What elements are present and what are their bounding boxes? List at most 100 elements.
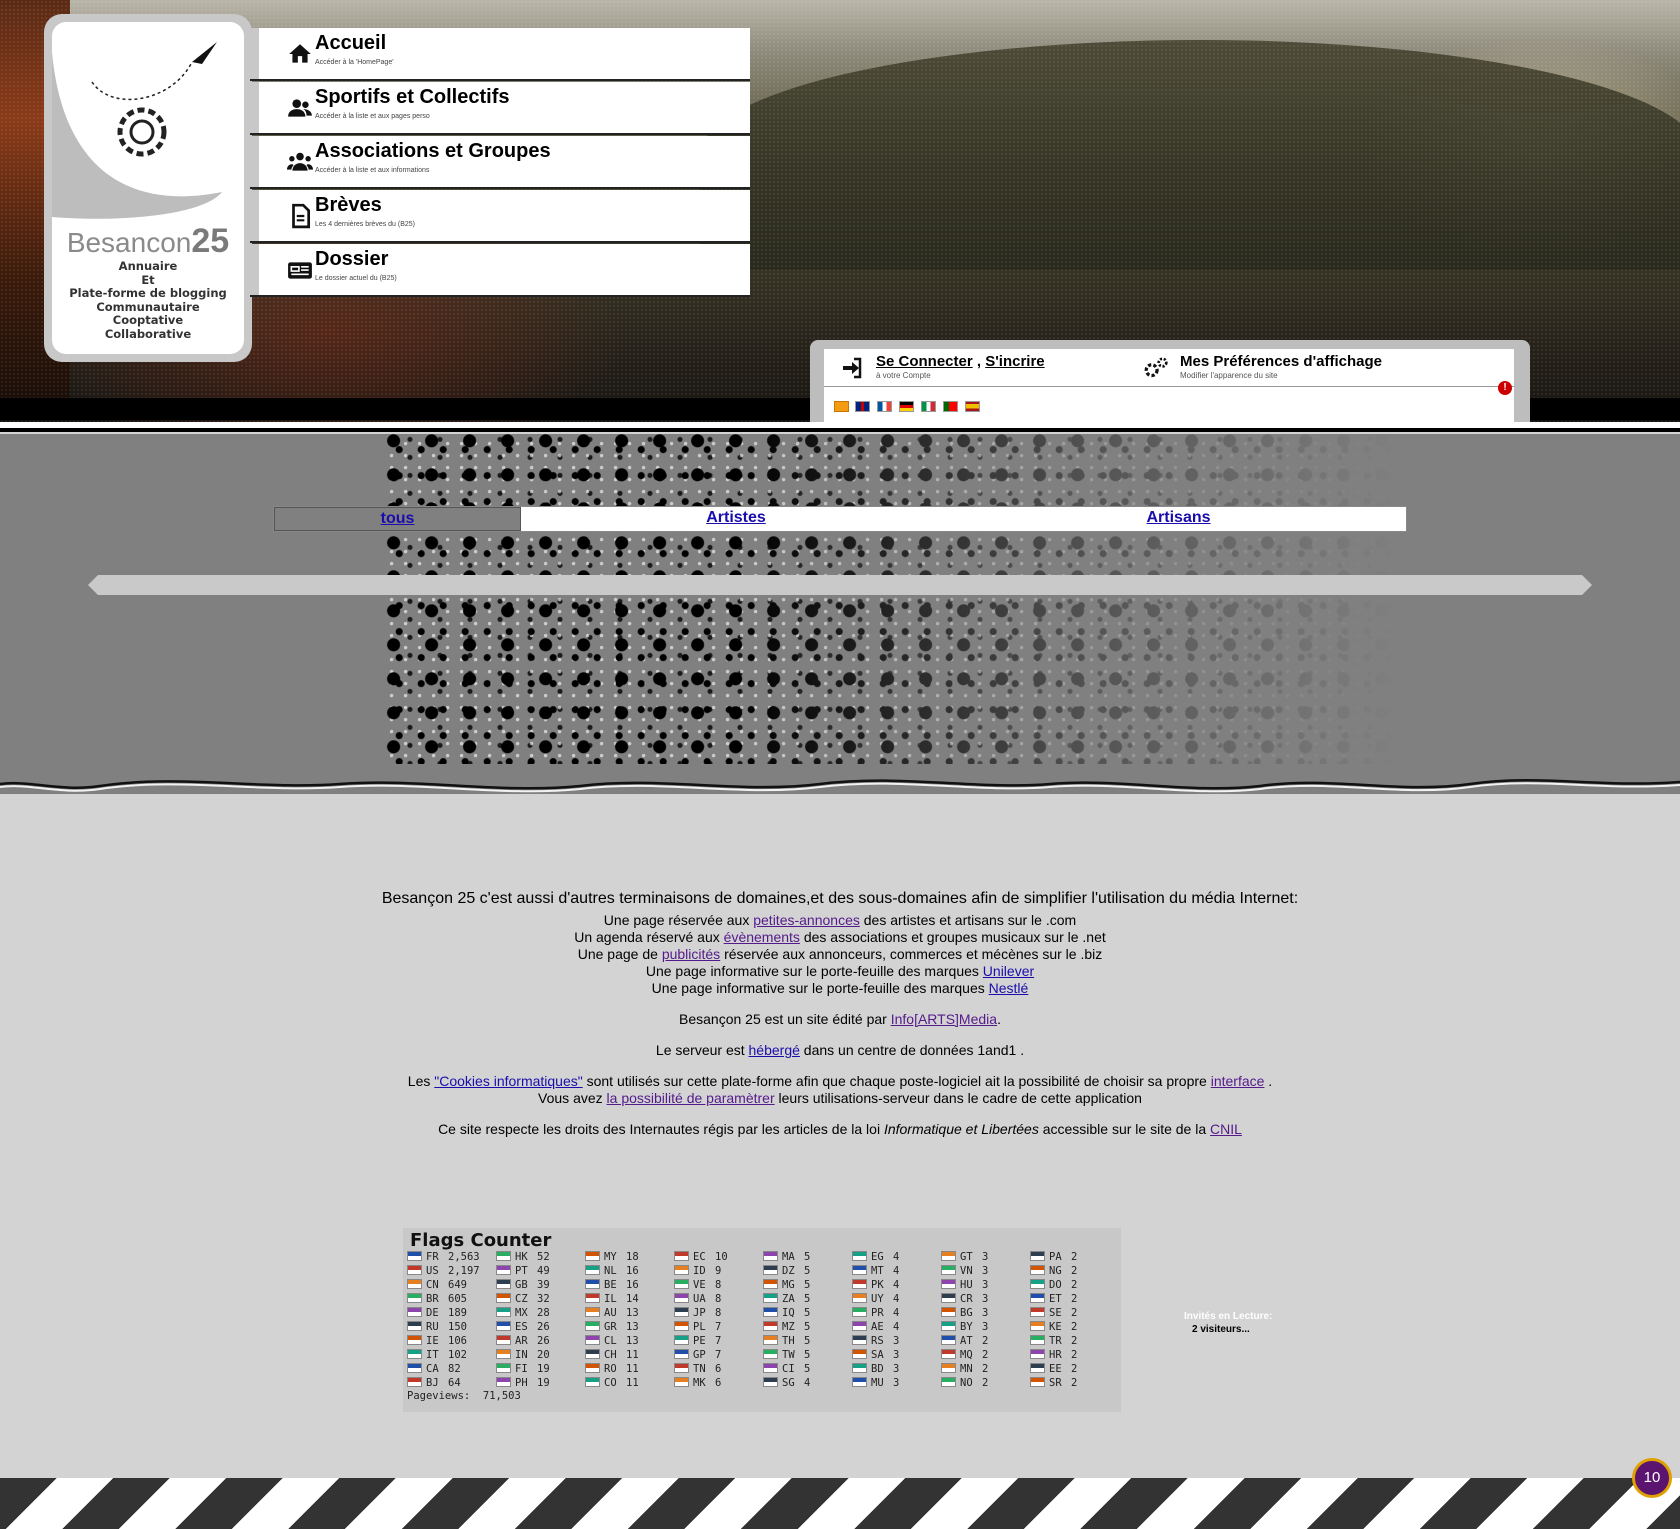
flags-counter-widget[interactable]: Flags Counter FR 2,563 US 2,197 CN 649 BR 605 DE… <box>403 1228 1121 1412</box>
infoartsmedia-link[interactable]: Info[ARTS]Media <box>891 1011 997 1027</box>
country-flag-icon <box>407 1307 422 1317</box>
country-code: TN <box>693 1363 706 1375</box>
gallery-slider-track[interactable] <box>88 575 1592 595</box>
country-count: 2 <box>982 1349 989 1361</box>
country-code: CA <box>426 1363 439 1375</box>
tab-artisans[interactable]: Artisans <box>951 507 1406 531</box>
heberge-link[interactable]: hébergé <box>749 1042 800 1058</box>
footer-info: Besançon 25 c'est aussi d'autres termina… <box>0 890 1680 1138</box>
parametrer-link[interactable]: la possibilité de paramètrer <box>607 1090 775 1106</box>
nav-item-breves[interactable]: Brèves Les 4 dernières brèves du (B25) <box>250 190 750 241</box>
flag-counter-entry: EE 2 <box>1030 1363 1120 1377</box>
country-count: 13 <box>626 1321 639 1333</box>
flag-counter-entry: SG 4 <box>763 1377 853 1391</box>
country-count: 3 <box>893 1349 900 1361</box>
country-count: 102 <box>448 1349 467 1361</box>
nav-item-associations[interactable]: Associations et Groupes Accéder à la lis… <box>250 136 750 187</box>
country-code: BG <box>960 1307 973 1319</box>
flag-counter-entry: FI 19 <box>496 1363 586 1377</box>
notification-badge[interactable]: 10 <box>1632 1458 1672 1498</box>
login-link[interactable]: Se Connecter <box>876 353 973 370</box>
pageviews-count: Pageviews: 71,503 <box>407 1390 521 1402</box>
flag-fr-icon[interactable] <box>877 401 892 412</box>
nav-item-dossier[interactable]: Dossier Le dossier actuel du (B25) <box>250 244 750 295</box>
country-count: 2 <box>1071 1335 1078 1347</box>
country-count: 8 <box>715 1307 722 1319</box>
alert-icon[interactable]: ! <box>1498 381 1512 395</box>
petites-annonces-link[interactable]: petites-annonces <box>753 912 860 928</box>
preferences-link[interactable]: Mes Préférences d'affichage <box>1180 353 1382 370</box>
nav-item-accueil[interactable]: Accueil Accéder à la 'HomePage' <box>250 28 750 79</box>
country-count: 4 <box>893 1321 900 1333</box>
country-count: 5 <box>804 1335 811 1347</box>
unilever-link[interactable]: Unilever <box>983 963 1034 979</box>
nav-item-sportifs[interactable]: Sportifs et Collectifs Accéder à la list… <box>250 82 750 133</box>
flag-it-icon[interactable] <box>921 401 936 412</box>
country-flag-icon <box>496 1293 511 1303</box>
flag-counter-entry: US 2,197 <box>407 1265 497 1279</box>
country-code: PH <box>515 1377 528 1389</box>
flag-counter-entry: MX 28 <box>496 1307 586 1321</box>
evenements-link[interactable]: évènements <box>724 929 800 945</box>
flag-counter-entry: CZ 32 <box>496 1293 586 1307</box>
flag-counter-entry: IE 106 <box>407 1335 497 1349</box>
country-count: 2 <box>1071 1349 1078 1361</box>
flag-counter-entry: MA 5 <box>763 1251 853 1265</box>
gears-icon[interactable] <box>1142 355 1170 381</box>
country-count: 7 <box>715 1349 722 1361</box>
country-code: BR <box>426 1293 439 1305</box>
country-count: 18 <box>626 1251 639 1263</box>
country-code: ET <box>1049 1293 1062 1305</box>
flag-pt-icon[interactable] <box>943 401 958 412</box>
nestle-link[interactable]: Nestlé <box>989 980 1029 996</box>
country-flag-icon <box>585 1307 600 1317</box>
site-logo[interactable]: Besancon25 Annuaire Et Plate-forme de bl… <box>44 14 252 362</box>
flag-counter-entry: NO 2 <box>941 1377 1031 1391</box>
flag-es-icon[interactable] <box>965 401 980 412</box>
country-count: 3 <box>982 1307 989 1319</box>
flag-counter-entry: IL 14 <box>585 1293 675 1307</box>
country-code: PT <box>515 1265 528 1277</box>
newspaper-icon <box>288 262 312 279</box>
country-count: 2 <box>982 1363 989 1375</box>
flag-counter-entry: IT 102 <box>407 1349 497 1363</box>
register-link[interactable]: S'incrire <box>985 353 1044 370</box>
tab-tous-link[interactable]: tous <box>381 510 415 527</box>
flag-counter-entry: GR 13 <box>585 1321 675 1335</box>
country-count: 7 <box>715 1335 722 1347</box>
country-count: 4 <box>893 1293 900 1305</box>
cnil-link[interactable]: CNIL <box>1210 1121 1242 1137</box>
flag-counter-entry: PA 2 <box>1030 1251 1120 1265</box>
country-flag-icon <box>407 1321 422 1331</box>
tab-artistes[interactable]: Artistes <box>521 507 951 531</box>
country-code: PL <box>693 1321 706 1333</box>
flag-gb-icon[interactable] <box>855 401 870 412</box>
rss-icon[interactable] <box>834 401 849 412</box>
info-line-nestle: Une page informative sur le porte-feuill… <box>651 980 1029 996</box>
flag-counter-entry: TN 6 <box>674 1363 764 1377</box>
interface-link[interactable]: interface <box>1211 1073 1265 1089</box>
flag-counter-entry: VN 3 <box>941 1265 1031 1279</box>
country-flag-icon <box>407 1363 422 1373</box>
country-count: 2 <box>1071 1307 1078 1319</box>
country-flag-icon <box>941 1279 956 1289</box>
country-flag-icon <box>852 1251 867 1261</box>
publicites-link[interactable]: publicités <box>662 946 720 962</box>
country-flag-icon <box>674 1363 689 1373</box>
country-count: 3 <box>982 1251 989 1263</box>
country-code: BY <box>960 1321 973 1333</box>
country-count: 649 <box>448 1279 467 1291</box>
flag-counter-entry: BG 3 <box>941 1307 1031 1321</box>
country-count: 3 <box>982 1265 989 1277</box>
country-count: 8 <box>715 1293 722 1305</box>
tab-artisans-link[interactable]: Artisans <box>1146 509 1210 526</box>
group-icon <box>287 152 313 171</box>
nav-item-subtitle: Accéder à la 'HomePage' <box>315 59 394 66</box>
flag-de-icon[interactable] <box>899 401 914 412</box>
country-count: 10 <box>715 1251 728 1263</box>
tab-tous[interactable]: tous <box>274 507 521 531</box>
cookies-link[interactable]: "Cookies informatiques" <box>434 1073 582 1089</box>
country-count: 605 <box>448 1293 467 1305</box>
nav-item-title: Sportifs et Collectifs <box>315 86 510 108</box>
tab-artistes-link[interactable]: Artistes <box>706 509 766 526</box>
